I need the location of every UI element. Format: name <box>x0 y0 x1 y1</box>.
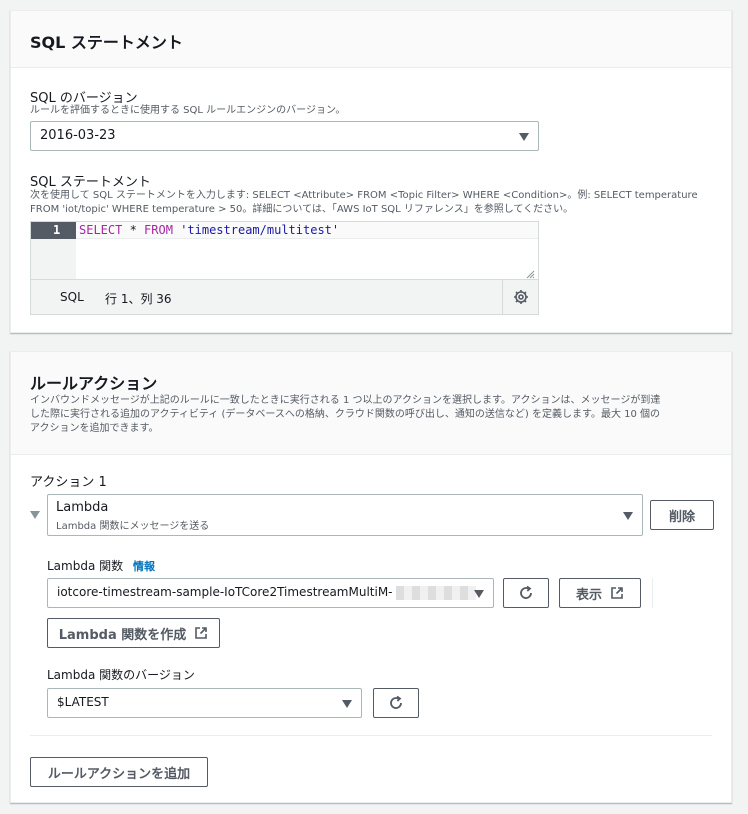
lambda-version-label: Lambda 関数のバージョン <box>47 668 195 682</box>
action-type-select[interactable]: Lambda Lambda 関数にメッセージを送る <box>47 494 643 536</box>
sql-keyword-select: SELECT <box>79 223 123 237</box>
lambda-function-value: iotcore-timestream-sample-IoTCore2Timest… <box>57 585 393 599</box>
info-link[interactable]: 情報 <box>133 560 155 573</box>
vertical-divider <box>652 578 653 608</box>
sql-version-select[interactable]: 2016-03-23 <box>30 121 539 151</box>
editor-mode: SQL <box>60 290 84 304</box>
lambda-function-label: Lambda 関数 <box>47 559 124 573</box>
external-link-icon <box>611 587 623 599</box>
sql-statement-title: SQL ステートメント <box>30 33 183 52</box>
editor-status-bar: SQL 行 1、列 36 <box>31 279 538 314</box>
redacted-text <box>396 585 477 600</box>
sql-statement-label: SQL ステートメント <box>30 175 151 190</box>
refresh-versions-button[interactable] <box>373 688 419 718</box>
gear-icon <box>513 290 528 304</box>
sql-version-description: ルールを評価するときに使用する SQL ルールエンジンのバージョン。 <box>30 105 346 116</box>
collapse-toggle-icon[interactable] <box>30 511 40 519</box>
chevron-down-icon <box>519 133 529 141</box>
sql-statement-description-2: FROM 'iot/topic' WHERE temperature > 50。… <box>30 204 574 215</box>
sql-statement-panel: SQL ステートメント SQL のバージョン ルールを評価するときに使用する S… <box>10 10 732 333</box>
section-divider <box>30 735 712 736</box>
view-function-button[interactable]: 表示 <box>559 578 641 608</box>
rule-actions-title: ルールアクション <box>30 374 158 393</box>
rule-actions-description-3: アクションを追加できます。 <box>30 423 159 434</box>
refresh-icon <box>520 585 532 599</box>
refresh-functions-button[interactable] <box>503 578 549 608</box>
rule-actions-description-1: インバウンドメッセージが上記のルールに一致したときに実行される 1 つ以上のアク… <box>30 395 661 406</box>
refresh-icon <box>390 695 402 709</box>
action-type-subtitle: Lambda 関数にメッセージを送る <box>56 521 210 532</box>
sql-version-value: 2016-03-23 <box>40 128 116 143</box>
sql-code-line[interactable]: SELECT * FROM 'timestream/multitest' <box>79 223 339 237</box>
rule-actions-header: ルールアクション インバウンドメッセージが上記のルールに一致したときに実行される… <box>11 352 731 455</box>
create-lambda-button[interactable]: Lambda 関数を作成 <box>47 618 220 648</box>
view-function-label: 表示 <box>575 587 602 603</box>
line-number: 1 <box>53 223 61 237</box>
lambda-function-select[interactable]: iotcore-timestream-sample-IoTCore2Timest… <box>47 578 494 608</box>
chevron-down-icon <box>474 590 484 598</box>
action-1-label: アクション 1 <box>30 475 107 490</box>
create-lambda-label: Lambda 関数を作成 <box>58 627 187 643</box>
rule-actions-panel: ルールアクション インバウンドメッセージが上記のルールに一致したときに実行される… <box>10 351 732 803</box>
sql-editor[interactable]: 1 SELECT * FROM 'timestream/multitest' S… <box>30 221 539 315</box>
chevron-down-icon <box>342 700 352 708</box>
lambda-version-value: $LATEST <box>57 695 109 709</box>
sql-topic-string: 'timestream/multitest' <box>180 223 340 237</box>
editor-settings-button[interactable] <box>502 280 538 314</box>
external-link-icon <box>195 627 208 639</box>
sql-star: * <box>122 223 145 237</box>
lambda-function-label-row: Lambda 関数 情報 <box>47 557 155 574</box>
add-rule-action-button[interactable]: ルールアクションを追加 <box>30 757 208 787</box>
action-type-title: Lambda <box>56 500 109 515</box>
rule-actions-description-2: した際に実行される追加のアクティビティ (データベースへの格納、クラウド関数の呼… <box>30 409 661 420</box>
resize-handle-icon[interactable] <box>525 264 535 279</box>
sql-keyword-from: FROM <box>144 223 173 237</box>
sql-statement-header: SQL ステートメント <box>11 11 731 68</box>
lambda-version-select[interactable]: $LATEST <box>47 688 362 718</box>
sql-statement-description-1: 次を使用して SQL ステートメントを入力します: SELECT <Attrib… <box>30 190 698 201</box>
chevron-down-icon <box>623 512 633 520</box>
delete-action-button[interactable]: 削除 <box>650 500 714 530</box>
editor-cursor-position: 行 1、列 36 <box>105 292 172 306</box>
